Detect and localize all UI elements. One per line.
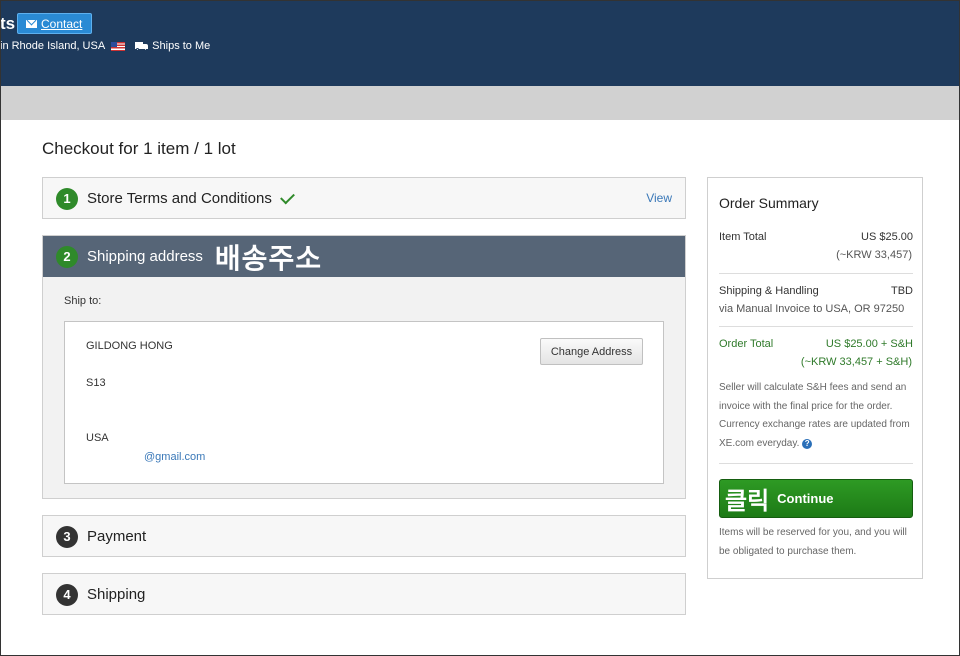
- step-title: Store Terms and Conditions: [87, 190, 272, 207]
- sh-note: Seller will calculate S&H fees and send …: [719, 379, 915, 453]
- location-text: in Rhode Island, USA: [0, 40, 106, 52]
- mail-icon: [26, 19, 37, 28]
- korean-annotation: 배송주소: [214, 242, 322, 274]
- reserve-note: Items will be reserved for you, and you …: [719, 527, 907, 557]
- order-summary: Order Summary Item Total US $25.00 (~KRW…: [707, 177, 923, 579]
- address-card: GILDONG HONG S13 USA @gmail.com Change A…: [64, 321, 664, 484]
- continue-label: Continue: [777, 491, 834, 506]
- step-number: 4: [56, 583, 78, 606]
- ships-to-text: Ships to Me: [152, 40, 211, 52]
- step-shipping[interactable]: 4 Shipping: [42, 573, 686, 615]
- divider: [719, 273, 913, 274]
- step-title: Shipping: [87, 586, 146, 603]
- shipping-via: via Manual Invoice to USA, OR 97250: [719, 303, 905, 315]
- address-country: USA: [86, 432, 109, 444]
- view-terms-link[interactable]: View: [646, 191, 672, 205]
- korean-click-annotation: 클릭: [725, 488, 770, 515]
- order-total-value: US $25.00 + S&H: [825, 338, 913, 350]
- store-name-fragment: ts: [0, 14, 16, 33]
- order-total-krw: (~KRW 33,457 + S&H): [800, 356, 912, 368]
- item-total-label: Item Total: [719, 231, 767, 243]
- step-number: 2: [56, 245, 78, 268]
- item-total-krw: (~KRW 33,457): [836, 249, 912, 261]
- step-payment[interactable]: 3 Payment: [42, 515, 686, 557]
- nav-bar: [0, 86, 960, 120]
- step-number: 1: [56, 187, 78, 210]
- store-location-line: in Rhode Island, USA Ships to Me: [0, 40, 210, 52]
- item-total-value: US $25.00: [861, 231, 913, 243]
- step-title: Payment: [87, 528, 147, 545]
- step-shipping-address: 2 Shipping address 배송주소 Ship to: GILDONG…: [42, 235, 686, 499]
- checkmark-icon: [279, 189, 295, 204]
- divider: [719, 326, 913, 327]
- truck-icon: [135, 41, 149, 51]
- contact-label: Contact: [41, 16, 83, 31]
- address-email: @gmail.com: [144, 451, 206, 463]
- step-terms[interactable]: 1 Store Terms and Conditions View: [42, 177, 686, 219]
- step-number: 3: [56, 525, 78, 548]
- shipping-value: TBD: [891, 285, 913, 297]
- order-total-label: Order Total: [719, 338, 774, 350]
- sh-note-text: Seller will calculate S&H fees and send …: [719, 382, 910, 449]
- shipping-row: Shipping & Handling TBD: [719, 285, 913, 297]
- page-title: Checkout for 1 item / 1 lot: [42, 139, 236, 158]
- help-icon[interactable]: ?: [802, 438, 813, 449]
- address-name: GILDONG HONG: [86, 340, 173, 352]
- store-header: ts Contact in Rhode Island, USA Ships to…: [0, 0, 960, 86]
- step-title: Shipping address: [87, 248, 203, 265]
- contact-button[interactable]: Contact: [17, 13, 93, 34]
- order-total-row: Order Total US $25.00 + S&H: [719, 338, 913, 350]
- continue-button[interactable]: 클릭 Continue: [719, 479, 913, 518]
- summary-title: Order Summary: [719, 195, 819, 211]
- divider: [719, 463, 913, 464]
- item-total-row: Item Total US $25.00: [719, 231, 913, 243]
- us-flag-icon: [111, 41, 126, 51]
- change-address-button[interactable]: Change Address: [540, 338, 643, 365]
- address-line: S13: [86, 377, 106, 389]
- shipping-label: Shipping & Handling: [719, 285, 819, 297]
- ship-to-label: Ship to:: [64, 295, 102, 307]
